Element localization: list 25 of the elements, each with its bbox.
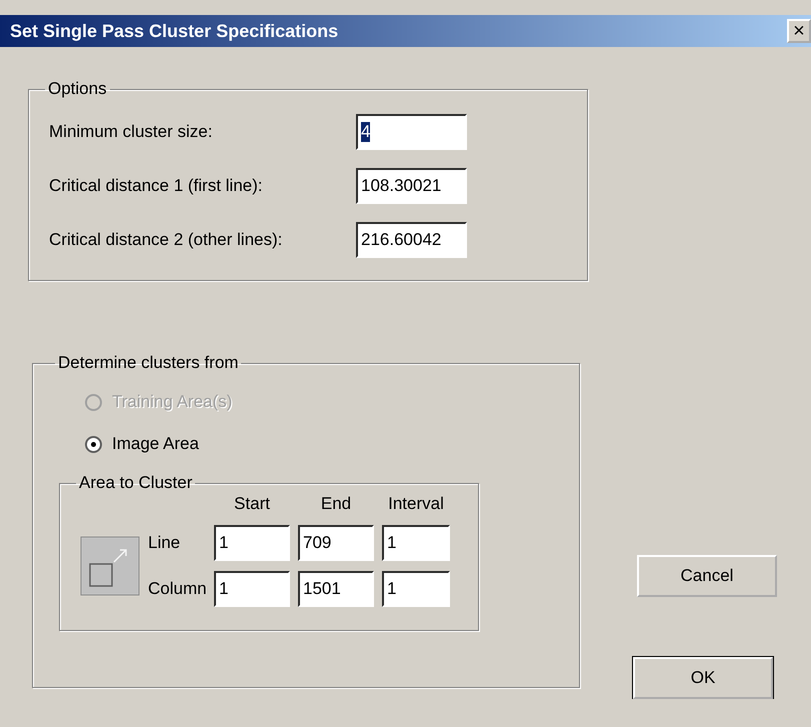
input-field[interactable]: 1 (382, 525, 450, 561)
input-field[interactable]: 108.30021 (356, 168, 467, 204)
input-field[interactable]: 709 (298, 525, 374, 561)
input-field[interactable]: 1501 (298, 571, 374, 607)
radio-option[interactable]: Image Area (85, 423, 553, 465)
ok-button[interactable]: OK (633, 657, 773, 699)
cancel-button[interactable]: Cancel (637, 555, 777, 597)
close-button[interactable]: × (787, 19, 811, 43)
window-title: Set Single Pass Cluster Specifications (10, 20, 338, 42)
group-title: Area to Cluster (78, 473, 194, 493)
input-field[interactable]: 1 (214, 525, 290, 561)
input-field[interactable]: 1 (382, 571, 450, 607)
row-label: Line (148, 533, 182, 553)
field-label: Critical distance 2 (other lines): (49, 230, 284, 250)
field-label: Critical distance 1 (first line): (49, 176, 264, 196)
row-label: Column (148, 579, 206, 599)
input-field[interactable]: 216.60042 (356, 222, 467, 258)
input-field[interactable]: 4 (356, 114, 467, 150)
column-header: End (320, 494, 352, 514)
group-title: Options (47, 79, 108, 99)
input-field[interactable]: 1 (214, 571, 290, 607)
column-header: Interval (387, 494, 445, 514)
field-label: Minimum cluster size: (49, 122, 214, 142)
column-header: Start (233, 494, 271, 514)
group-title: Determine clusters from (57, 353, 240, 373)
